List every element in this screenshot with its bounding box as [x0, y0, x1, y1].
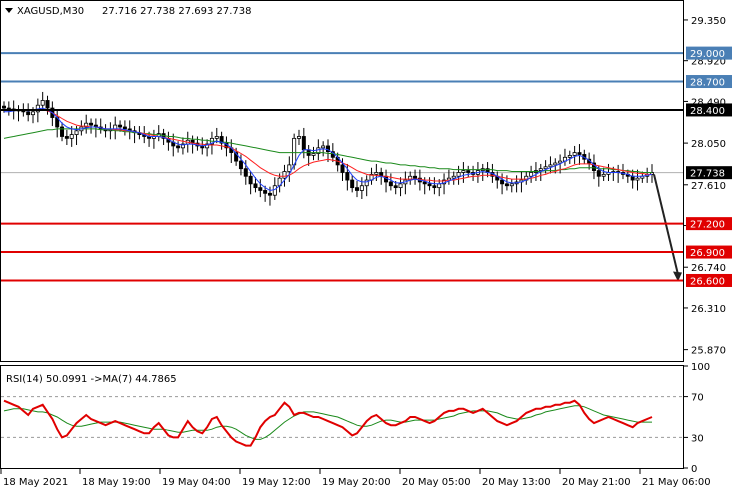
candle-body: [292, 137, 297, 166]
candle-body: [74, 130, 79, 135]
time-tick-label: 20 May 05:00: [402, 477, 471, 488]
trading-chart-window: XAGUSD,M30 27.716 27.738 27.693 27.738 2…: [0, 0, 740, 500]
candle-body: [538, 168, 543, 171]
level-badge-label: 28.400: [690, 106, 725, 117]
candle-body: [340, 164, 345, 173]
candle-body: [238, 160, 243, 170]
candle-body: [461, 170, 466, 173]
price-pane[interactable]: [0, 0, 684, 362]
candle-body: [553, 162, 558, 166]
candle-body: [432, 185, 437, 189]
candle-body: [364, 179, 369, 187]
candle-body: [596, 170, 601, 177]
rsi-tick-label: 100: [691, 362, 710, 373]
price-tick-label: 26.310: [691, 304, 726, 315]
candle-body: [6, 107, 11, 110]
candle-body: [282, 171, 287, 179]
ohlc-readout: 27.716 27.738 27.693 27.738: [102, 6, 252, 17]
candle-body: [398, 183, 403, 189]
time-axis: 18 May 2021 18 May 19:00 19 May 04:00 19 Ma…: [0, 468, 711, 488]
candle-body: [456, 172, 461, 177]
price-tick-label: 27.610: [691, 181, 726, 192]
last-price-label: 27.738: [690, 169, 725, 180]
candle-body: [350, 179, 355, 189]
candle-body: [529, 172, 534, 177]
candle-body: [118, 124, 123, 128]
candle-body: [393, 185, 398, 189]
candle-body: [345, 172, 350, 181]
candle-body: [413, 175, 418, 179]
candle-body: [176, 145, 181, 149]
candle-body: [543, 166, 548, 170]
time-tick-label: 18 May 2021: [3, 477, 68, 488]
level-badge-label: 26.900: [690, 248, 725, 259]
rsi-tick-label: 70: [691, 393, 704, 404]
candle-body: [601, 173, 606, 177]
candle-body: [69, 134, 74, 139]
time-tick-label: 18 May 19:00: [82, 477, 151, 488]
candle-body: [263, 190, 268, 194]
symbol-label: XAGUSD,M30: [17, 6, 84, 17]
candle-body: [630, 175, 635, 181]
candle-body: [40, 100, 45, 106]
time-tick-label: 21 May 06:00: [642, 477, 711, 488]
candle-body: [301, 136, 306, 151]
candle-body: [31, 111, 36, 116]
candle-body: [466, 170, 471, 173]
candle-body: [214, 136, 219, 139]
candle-body: [248, 175, 253, 185]
candle-body: [296, 136, 301, 139]
candle-body: [374, 172, 379, 175]
candle-body: [253, 183, 258, 189]
candle-body: [258, 187, 263, 191]
price-axis: 29.35028.92028.49028.05027.61027.18026.7…: [683, 16, 732, 357]
candle-body: [272, 185, 277, 196]
candle-body: [635, 177, 640, 181]
candle-body: [422, 181, 427, 185]
price-tick-label: 28.050: [691, 139, 726, 150]
level-badge-label: 26.600: [690, 276, 725, 287]
candle-body: [2, 105, 7, 109]
candle-body: [427, 183, 432, 187]
time-tick-label: 19 May 04:00: [162, 477, 231, 488]
candle-body: [243, 168, 248, 177]
time-tick-label: 20 May 21:00: [562, 477, 631, 488]
candle-body: [548, 164, 553, 168]
candle-body: [113, 124, 118, 130]
candle-body: [26, 111, 31, 116]
candle-body: [45, 100, 50, 109]
candle-body: [388, 181, 393, 187]
candle-body: [572, 152, 577, 156]
candle-body: [359, 185, 364, 191]
candle-body: [321, 145, 326, 149]
price-tick-label: 29.350: [691, 16, 726, 27]
candle-body: [122, 126, 127, 130]
level-badge-label: 29.000: [690, 49, 725, 60]
candle-body: [64, 136, 69, 139]
price-tick-label: 25.870: [691, 346, 726, 357]
price-tick-label: 26.740: [691, 263, 726, 274]
rsi-tick-label: 0: [691, 464, 697, 475]
candle-body: [500, 179, 505, 185]
candle-body: [311, 153, 316, 156]
candle-body: [451, 175, 456, 179]
candle-body: [509, 183, 514, 187]
time-tick-label: 20 May 13:00: [482, 477, 551, 488]
time-tick-label: 19 May 12:00: [242, 477, 311, 488]
rsi-tick-label: 30: [691, 433, 704, 444]
candle-body: [89, 122, 94, 126]
chart-canvas[interactable]: XAGUSD,M30 27.716 27.738 27.693 27.738 2…: [0, 0, 740, 500]
candle-body: [355, 187, 360, 191]
candle-body: [267, 192, 272, 196]
level-badge-label: 27.200: [690, 220, 725, 231]
candle-body: [437, 183, 442, 189]
candle-body: [567, 155, 572, 158]
rsi-axis: 100 70 30 0: [683, 362, 710, 475]
level-badge-label: 28.700: [690, 78, 725, 89]
candle-body: [577, 152, 582, 155]
candle-body: [287, 164, 292, 172]
rsi-indicator-label: RSI(14) 50.0991 ->MA(7) 44.7865: [6, 374, 177, 385]
candle-body: [504, 183, 509, 187]
time-tick-label: 19 May 20:00: [322, 477, 391, 488]
